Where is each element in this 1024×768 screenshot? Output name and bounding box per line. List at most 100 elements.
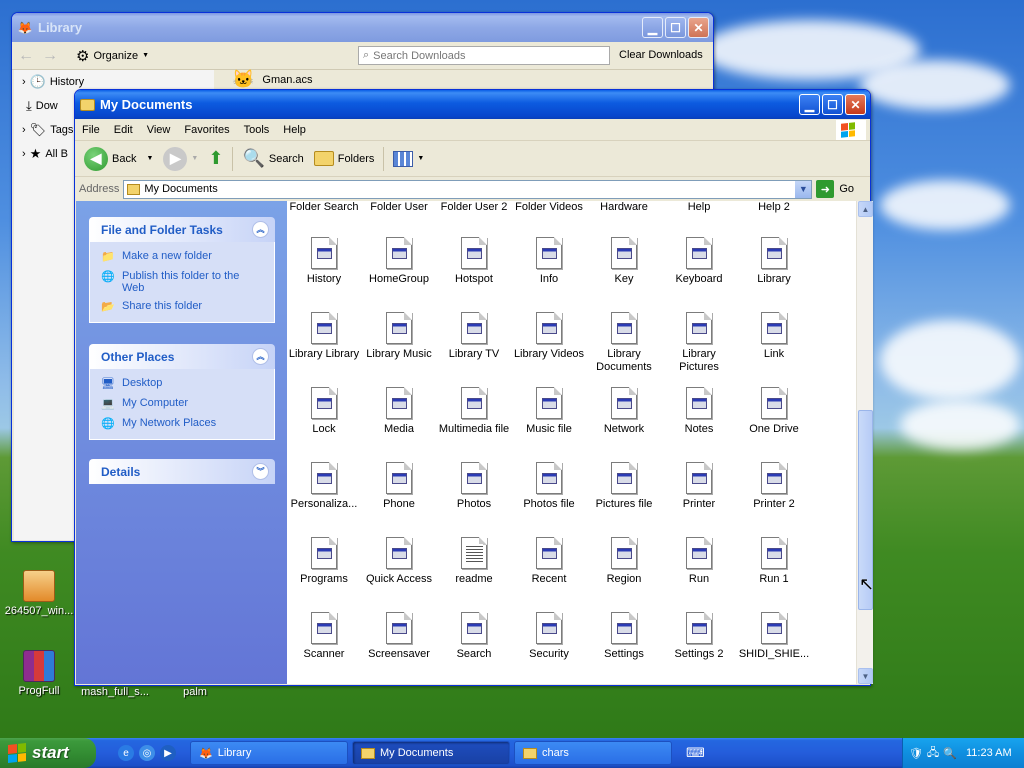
details-header[interactable]: Details ︾ <box>89 459 275 484</box>
file-item[interactable]: Photos <box>437 462 511 511</box>
file-item[interactable]: Media <box>362 387 436 436</box>
download-item[interactable]: 🐱 Gman.acs <box>232 69 313 90</box>
file-item[interactable]: Search <box>437 612 511 661</box>
desktop-icon-mash[interactable]: mash_full_s... <box>78 686 152 698</box>
file-item[interactable]: readme <box>437 537 511 586</box>
tree-item-tags[interactable]: › 🏷 Tags <box>22 122 73 138</box>
menu-file[interactable]: File <box>75 124 107 136</box>
file-item[interactable]: Help 2 <box>737 201 811 214</box>
organize-button[interactable]: ⚙ Organize ▼ <box>76 47 149 65</box>
file-item[interactable]: Hardware <box>587 201 661 214</box>
scroll-down-button[interactable]: ▼ <box>858 668 873 684</box>
file-item[interactable]: Security <box>512 612 586 661</box>
close-button[interactable]: ✕ <box>688 17 709 38</box>
file-folder-tasks-header[interactable]: File and Folder Tasks ︽ <box>89 217 275 242</box>
file-item[interactable]: Library Documents <box>587 312 661 374</box>
file-item[interactable]: Programs <box>287 537 361 586</box>
file-item[interactable]: Network <box>587 387 661 436</box>
views-button[interactable]: ▼ <box>389 149 428 169</box>
back-arrow-icon[interactable]: ← <box>18 47 34 65</box>
file-item[interactable]: Phone <box>362 462 436 511</box>
folders-button[interactable]: Folders <box>310 149 379 168</box>
file-item[interactable]: Scanner <box>287 612 361 661</box>
taskbar-item-chars[interactable]: chars <box>514 741 672 765</box>
file-item[interactable]: Screensaver <box>362 612 436 661</box>
desktop-link[interactable]: 🖥 Desktop <box>100 377 264 391</box>
up-folder-button[interactable]: ⬆ <box>204 146 227 171</box>
explorer-icon[interactable]: ◎ <box>139 745 155 761</box>
file-item[interactable]: Pictures file <box>587 462 661 511</box>
file-item[interactable]: Run <box>662 537 736 586</box>
search-button[interactable]: 🔍 Search <box>238 146 307 171</box>
menu-view[interactable]: View <box>140 124 178 136</box>
file-item[interactable]: Library Music <box>362 312 436 361</box>
file-item[interactable]: Key <box>587 237 661 286</box>
file-item[interactable]: Multimedia file <box>437 387 511 436</box>
vertical-scrollbar[interactable]: ▲ ▼ <box>856 201 873 684</box>
my-documents-titlebar[interactable]: My Documents ▁ ☐ ✕ <box>75 90 870 119</box>
file-item[interactable]: Library Pictures <box>662 312 736 374</box>
file-item[interactable]: Folder User <box>362 201 436 214</box>
expand-icon[interactable]: ︾ <box>252 463 269 480</box>
taskbar-item-library[interactable]: 🦊 Library <box>190 741 348 765</box>
menu-favorites[interactable]: Favorites <box>177 124 236 136</box>
publish-folder-link[interactable]: 🌐 Publish this folder to the Web <box>100 270 264 294</box>
my-computer-link[interactable]: 💻 My Computer <box>100 397 264 411</box>
minimize-button[interactable]: ▁ <box>799 94 820 115</box>
file-item[interactable]: Printer <box>662 462 736 511</box>
dropdown-arrow-icon[interactable]: ▼ <box>146 155 153 162</box>
file-item[interactable]: Library Library <box>287 312 361 361</box>
file-item[interactable]: Folder Videos <box>512 201 586 214</box>
scroll-up-button[interactable]: ▲ <box>858 201 873 217</box>
my-network-places-link[interactable]: 🌐 My Network Places <box>100 417 264 431</box>
menu-edit[interactable]: Edit <box>107 124 140 136</box>
file-item[interactable]: Notes <box>662 387 736 436</box>
maximize-button[interactable]: ☐ <box>665 17 686 38</box>
maximize-button[interactable]: ☐ <box>822 94 843 115</box>
file-item[interactable]: Photos file <box>512 462 586 511</box>
file-item[interactable]: Hotspot <box>437 237 511 286</box>
file-item[interactable]: Music file <box>512 387 586 436</box>
share-folder-link[interactable]: 📂 Share this folder <box>100 300 264 314</box>
file-item[interactable]: Folder User 2 <box>437 201 511 214</box>
start-button[interactable]: start <box>0 738 96 768</box>
desktop-icon-progfull[interactable]: ProgFull <box>2 650 76 697</box>
file-item[interactable]: Personaliza... <box>287 462 361 511</box>
file-item[interactable]: Library Videos <box>512 312 586 361</box>
clock[interactable]: 11:23 AM <box>966 747 1012 759</box>
forward-button[interactable]: ▶ ▼ <box>159 145 202 173</box>
make-new-folder-link[interactable]: 📁 Make a new folder <box>100 250 264 264</box>
file-item[interactable]: One Drive <box>737 387 811 436</box>
address-input[interactable]: My Documents ▼ <box>123 179 813 199</box>
file-item[interactable]: Printer 2 <box>737 462 811 511</box>
address-dropdown-button[interactable]: ▼ <box>795 180 812 198</box>
file-item[interactable]: Recent <box>512 537 586 586</box>
media-player-icon[interactable]: ▶ <box>160 745 176 761</box>
file-item[interactable]: Settings 2 <box>662 612 736 661</box>
forward-arrow-icon[interactable]: → <box>42 47 58 65</box>
keyboard-icon[interactable]: ⌨ <box>686 745 705 761</box>
network-tray-icon[interactable]: 🖧 <box>926 746 940 760</box>
file-item[interactable]: History <box>287 237 361 286</box>
internet-explorer-icon[interactable]: e <box>118 745 134 761</box>
tree-item-all-bookmarks[interactable]: › ★ All B <box>22 146 68 162</box>
file-item[interactable]: Library <box>737 237 811 286</box>
file-item[interactable]: Help <box>662 201 736 214</box>
file-item[interactable]: Folder Search <box>287 201 361 214</box>
file-item[interactable]: HomeGroup <box>362 237 436 286</box>
collapse-icon[interactable]: ︽ <box>252 348 269 365</box>
taskbar-item-my-documents[interactable]: My Documents <box>352 741 510 765</box>
menu-help[interactable]: Help <box>276 124 313 136</box>
library-titlebar[interactable]: 🦊 Library ▁ ☐ ✕ <box>12 13 713 42</box>
my-documents-window[interactable]: My Documents ▁ ☐ ✕ File Edit View Favori… <box>74 89 873 686</box>
search-downloads-input[interactable]: ⌕ Search Downloads <box>358 46 610 65</box>
file-item[interactable]: Keyboard <box>662 237 736 286</box>
file-item[interactable]: Quick Access <box>362 537 436 586</box>
menu-tools[interactable]: Tools <box>237 124 277 136</box>
file-item[interactable]: Info <box>512 237 586 286</box>
file-item[interactable]: Lock <box>287 387 361 436</box>
file-item[interactable]: Region <box>587 537 661 586</box>
search-tray-icon[interactable]: 🔍 <box>943 746 957 760</box>
clear-downloads-button[interactable]: Clear Downloads <box>619 49 703 61</box>
file-item[interactable]: SHIDI_SHIE... <box>737 612 811 661</box>
